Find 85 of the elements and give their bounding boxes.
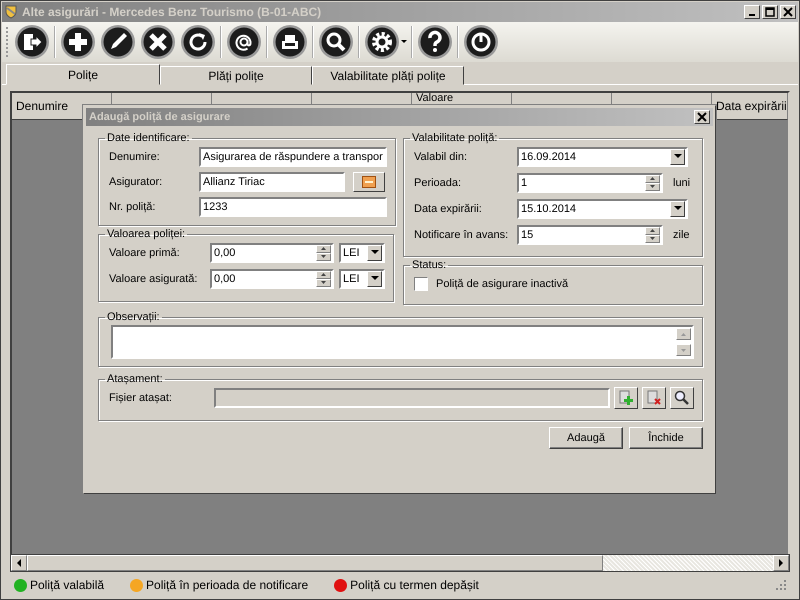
tab[interactable]: Plăți polițe — [160, 66, 312, 85]
minimize-button[interactable] — [744, 5, 760, 19]
date-picker[interactable]: 15.10.2014 — [517, 198, 688, 218]
field-label: Valoare primă: — [109, 246, 181, 258]
field-label: Perioada: — [414, 176, 462, 188]
tab[interactable]: Valabilitate plăți polițe — [312, 66, 464, 85]
column-header[interactable]: Denumire — [16, 99, 68, 113]
field-label: Nr. poliță: — [109, 200, 156, 212]
search-button[interactable] — [318, 24, 354, 60]
checkbox-label: Poliță de asigurare inactivă — [436, 278, 568, 290]
refresh-button[interactable] — [180, 24, 216, 60]
field-label: Data expirării: — [414, 202, 483, 214]
number-field[interactable]: 0,00 — [210, 242, 334, 262]
currency-dropdown[interactable]: LEI — [339, 242, 385, 262]
number-field[interactable]: 15 — [517, 224, 663, 244]
window-title: Alte asigurări - Mercedes Benz Tourismo (B-01-ABC) — [22, 5, 322, 19]
print-button[interactable] — [272, 24, 308, 60]
remove-file-button[interactable] — [642, 387, 666, 409]
field-label: Notificare în avans: — [414, 228, 510, 240]
caret-icon[interactable] — [370, 250, 378, 255]
spin-buttons[interactable] — [316, 244, 331, 260]
group-title: Date identificare: — [106, 132, 191, 144]
field-label: Asigurator: — [109, 176, 164, 188]
group-title: Valoarea poliței: — [106, 228, 186, 240]
shield-icon — [4, 5, 18, 19]
minimize-icon — [749, 14, 755, 16]
drawer-icon — [362, 176, 376, 188]
legend-label: Poliță cu termen depășit — [350, 578, 479, 592]
date-picker[interactable]: 16.09.2014 — [517, 146, 688, 166]
right-arrow-icon[interactable] — [778, 559, 784, 567]
settings-button[interactable] — [364, 24, 407, 60]
close-button[interactable] — [780, 5, 796, 19]
horizontal-scrollbar[interactable] — [10, 554, 790, 572]
spin-buttons[interactable] — [645, 174, 660, 190]
field-label: Valoare asigurată: — [109, 272, 198, 284]
legend-label: Poliță valabilă — [30, 578, 104, 592]
field-label: Valabil din: — [414, 150, 468, 162]
text-field[interactable]: Allianz Tiriac — [199, 172, 345, 192]
number-field[interactable]: 1 — [517, 172, 663, 192]
close-button[interactable] — [694, 110, 710, 124]
search-icon — [674, 390, 690, 406]
dialog-title: Adaugă poliță de asigurare — [89, 111, 230, 123]
group-title: Status: — [411, 259, 448, 271]
maximize-button[interactable] — [762, 5, 778, 19]
close-icon — [697, 112, 707, 122]
maximize-icon — [765, 7, 775, 17]
number-field[interactable]: 0,00 — [210, 268, 334, 288]
spin-buttons[interactable] — [316, 270, 331, 286]
currency-dropdown[interactable]: LEI — [339, 268, 385, 288]
column-header[interactable]: Valoare — [416, 93, 454, 104]
lookup-button[interactable] — [353, 172, 385, 192]
resize-grip-icon — [776, 580, 786, 590]
text-field[interactable]: 1233 — [199, 196, 387, 216]
spin-buttons[interactable] — [645, 226, 660, 242]
exit-button[interactable] — [14, 24, 50, 60]
group-title: Atașament: — [106, 373, 164, 385]
field-label: Fișier atașat: — [109, 392, 173, 404]
add-button[interactable] — [60, 24, 96, 60]
edit-button[interactable] — [100, 24, 136, 60]
caret-icon[interactable] — [674, 206, 682, 211]
unit-label: zile — [673, 228, 690, 240]
group-title: Valabilitate poliță: — [411, 132, 498, 144]
power-button[interactable] — [463, 24, 499, 60]
caret-icon[interactable] — [401, 40, 407, 44]
column-header[interactable]: Data expirării — [716, 99, 787, 113]
caret-icon[interactable] — [674, 154, 682, 159]
caret-icon[interactable] — [370, 276, 378, 281]
email-button[interactable] — [226, 24, 262, 60]
dialog-button[interactable]: Adaugă — [549, 427, 623, 449]
text-field[interactable]: Asigurarea de răspundere a transpor — [199, 146, 387, 166]
checkbox[interactable] — [414, 276, 428, 290]
help-button[interactable] — [417, 24, 453, 60]
field-label: Denumire: — [109, 150, 161, 162]
search-button[interactable] — [670, 387, 694, 409]
file-field[interactable] — [214, 388, 610, 408]
legend-label: Poliță în perioada de notificare — [146, 578, 308, 592]
add-file-button[interactable] — [614, 387, 638, 409]
dialog-button[interactable]: Închide — [629, 427, 703, 449]
delete-button[interactable] — [140, 24, 176, 60]
unit-label: luni — [673, 176, 690, 188]
close-icon — [783, 7, 793, 17]
tab[interactable]: Polițe — [6, 64, 160, 85]
left-arrow-icon[interactable] — [16, 559, 22, 567]
group-title: Observații: — [106, 311, 161, 323]
notes-field[interactable] — [111, 325, 694, 359]
